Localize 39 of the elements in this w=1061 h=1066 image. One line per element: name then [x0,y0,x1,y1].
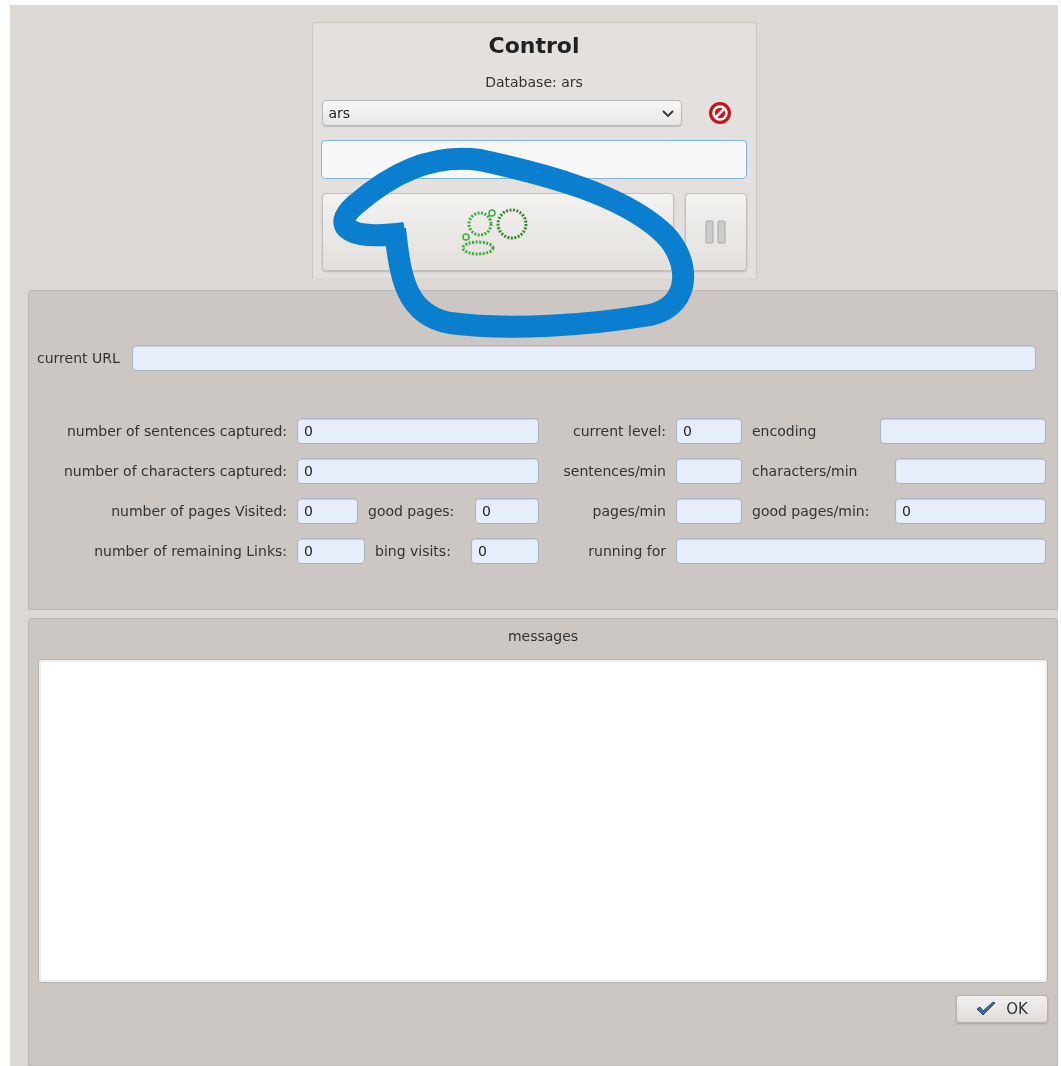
field-label: number of pages Visited: [110,503,287,519]
pause-icon [704,220,727,244]
url-field[interactable] [131,345,1036,371]
field-label: current URL [37,350,120,366]
value-field[interactable]: 0 [471,538,539,564]
field-label: current level: [572,423,666,439]
field-label: pages/min [591,503,666,519]
value-field[interactable] [676,538,1046,564]
value-field[interactable]: 0 [475,498,539,524]
pause-button[interactable] [684,193,747,271]
value-field[interactable]: 0 [297,538,365,564]
database-label: Database: ars [485,74,583,90]
panel-title: Control [488,33,580,58]
field-label: bing visits: [375,543,452,559]
field-label: encoding [752,423,818,439]
ok-button[interactable]: OK [956,995,1048,1023]
value-field[interactable] [676,498,742,524]
value-field[interactable] [895,458,1046,484]
field-label: number of characters captured: [63,463,287,479]
value-field[interactable] [676,458,742,484]
field-label: good pages/min: [752,503,871,519]
checkmark-icon [976,1001,997,1017]
messages-area[interactable] [38,659,1048,983]
value-field[interactable]: 0 [895,498,1046,524]
value-field[interactable]: 0 [676,418,742,444]
field-label: sentences/min [562,463,666,479]
chevron-down-icon [660,108,675,118]
field-label: number of sentences captured: [65,423,287,439]
field-label: number of remaining Links: [93,543,287,559]
value-field[interactable] [880,418,1046,444]
database-dropdown[interactable]: ars [321,100,682,126]
panel-title: messages [507,628,579,644]
stop-icon[interactable] [707,101,732,125]
value-field[interactable]: 0 [297,498,358,524]
field-label: running for [587,543,666,559]
field-label: characters/min [752,463,859,479]
field-label: good pages: [368,503,456,519]
value-field[interactable]: 0 [297,418,539,444]
value-field[interactable]: 0 [297,458,539,484]
